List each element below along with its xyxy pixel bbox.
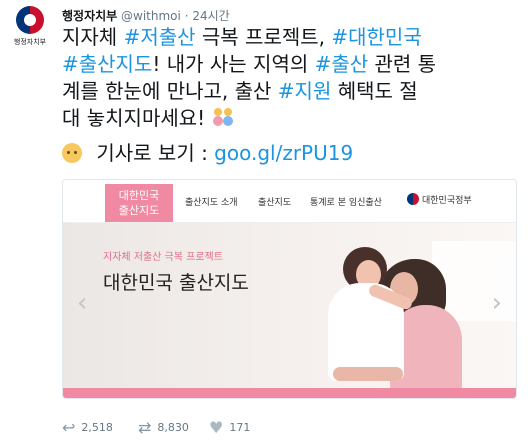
card-navigation: 대한민국 출산지도 출산지도 소개 출산지도 통계로 본 임신출산 대한민국정부 bbox=[63, 180, 516, 223]
tweet-text-segment: 대 놓치지마세요! bbox=[62, 106, 212, 130]
author-name[interactable]: 행정자치부 bbox=[62, 9, 117, 23]
like-count: 171 bbox=[229, 421, 251, 434]
logo-line-2: 출산지도 bbox=[118, 204, 160, 217]
profile-avatar[interactable]: 행정자치부 bbox=[10, 6, 50, 50]
avatar-caption: 행정자치부 bbox=[13, 38, 47, 46]
government-logo[interactable]: 대한민국정부 bbox=[407, 193, 472, 206]
article-link-prefix: 기사로 보기 : bbox=[90, 141, 215, 165]
nav-item-statistics[interactable]: 통계로 본 임신출산 bbox=[310, 195, 382, 208]
hero-subtitle: 지자체 저출산 극복 프로젝트 bbox=[103, 252, 223, 263]
hero-title: 대한민국 출산지도 bbox=[103, 272, 249, 294]
baby-emoji-icon bbox=[62, 143, 82, 163]
retweet-icon: ⇄ bbox=[138, 418, 152, 437]
logo-line-1: 대한민국 bbox=[118, 189, 160, 202]
reply-count: 2,518 bbox=[81, 421, 113, 434]
hashtag-low-birth-rate[interactable]: #저출산 bbox=[124, 25, 196, 49]
tweet-time[interactable]: 24시간 bbox=[192, 9, 229, 23]
card-hero[interactable]: 지자체 저출산 극복 프로젝트 대한민국 출산지도 ‹ › bbox=[63, 223, 516, 398]
card-bottom-accent bbox=[63, 388, 516, 398]
hashtag-birth[interactable]: #출산 bbox=[315, 52, 369, 76]
government-emblem bbox=[16, 6, 44, 34]
tweet-header: 행정자치부 @withmoi · 24시간 bbox=[62, 7, 230, 24]
child-leg bbox=[333, 367, 403, 381]
tweet-text-segment: 관련 통 bbox=[368, 52, 437, 76]
tweet-line-1: 지자체 #저출산 극복 프로젝트, #대한민국 bbox=[62, 24, 514, 51]
reply-icon: ↩ bbox=[62, 418, 76, 437]
hashtag-birth-map[interactable]: #출산지도 bbox=[62, 52, 152, 76]
carousel-prev-icon[interactable]: ‹ bbox=[77, 288, 87, 318]
government-label: 대한민국정부 bbox=[422, 196, 472, 206]
reply-action[interactable]: ↩ 2,518 bbox=[62, 418, 113, 437]
government-emblem-icon bbox=[407, 193, 419, 205]
family-emoji-icon bbox=[212, 106, 234, 128]
retweet-action[interactable]: ⇄ 8,830 bbox=[138, 418, 189, 437]
tweet-text-segment: ! 내가 사는 지역의 bbox=[152, 52, 315, 76]
tweet-line-4: 대 놓치지마세요! bbox=[62, 105, 514, 132]
tweet-text-segment: 극복 프로젝트, bbox=[195, 25, 332, 49]
hashtag-korea[interactable]: #대한민국 bbox=[331, 25, 421, 49]
link-preview-card[interactable]: 대한민국 출산지도 출산지도 소개 출산지도 통계로 본 임신출산 대한민국정부… bbox=[62, 179, 517, 399]
hashtag-support[interactable]: #지원 bbox=[278, 79, 332, 103]
tweet-text-segment: 혜택도 절 bbox=[331, 79, 418, 103]
tweet-text-segment: 계를 한눈에 만나고, 출산 bbox=[62, 79, 278, 103]
separator-dot: · bbox=[184, 9, 189, 23]
nav-item-intro[interactable]: 출산지도 소개 bbox=[185, 195, 238, 208]
tweet-text-segment: 지자체 bbox=[62, 25, 124, 49]
nav-item-map[interactable]: 출산지도 bbox=[258, 195, 291, 208]
article-url[interactable]: goo.gl/zrPU19 bbox=[214, 141, 353, 165]
tweet-body: 지자체 #저출산 극복 프로젝트, #대한민국 #출산지도! 내가 사는 지역의… bbox=[62, 24, 514, 132]
article-link-line: 기사로 보기 : goo.gl/zrPU19 bbox=[62, 140, 353, 167]
mother-child-photo bbox=[298, 235, 468, 397]
carousel-next-icon[interactable]: › bbox=[492, 288, 502, 318]
birth-map-logo[interactable]: 대한민국 출산지도 bbox=[105, 184, 173, 222]
like-action[interactable]: ♥ 171 bbox=[209, 418, 250, 437]
author-handle[interactable]: @withmoi bbox=[121, 9, 181, 23]
like-icon: ♥ bbox=[209, 418, 224, 437]
tweet-line-2: #출산지도! 내가 사는 지역의 #출산 관련 통 bbox=[62, 51, 514, 78]
retweet-count: 8,830 bbox=[157, 421, 189, 434]
tweet-line-3: 계를 한눈에 만나고, 출산 #지원 혜택도 절 bbox=[62, 78, 514, 105]
